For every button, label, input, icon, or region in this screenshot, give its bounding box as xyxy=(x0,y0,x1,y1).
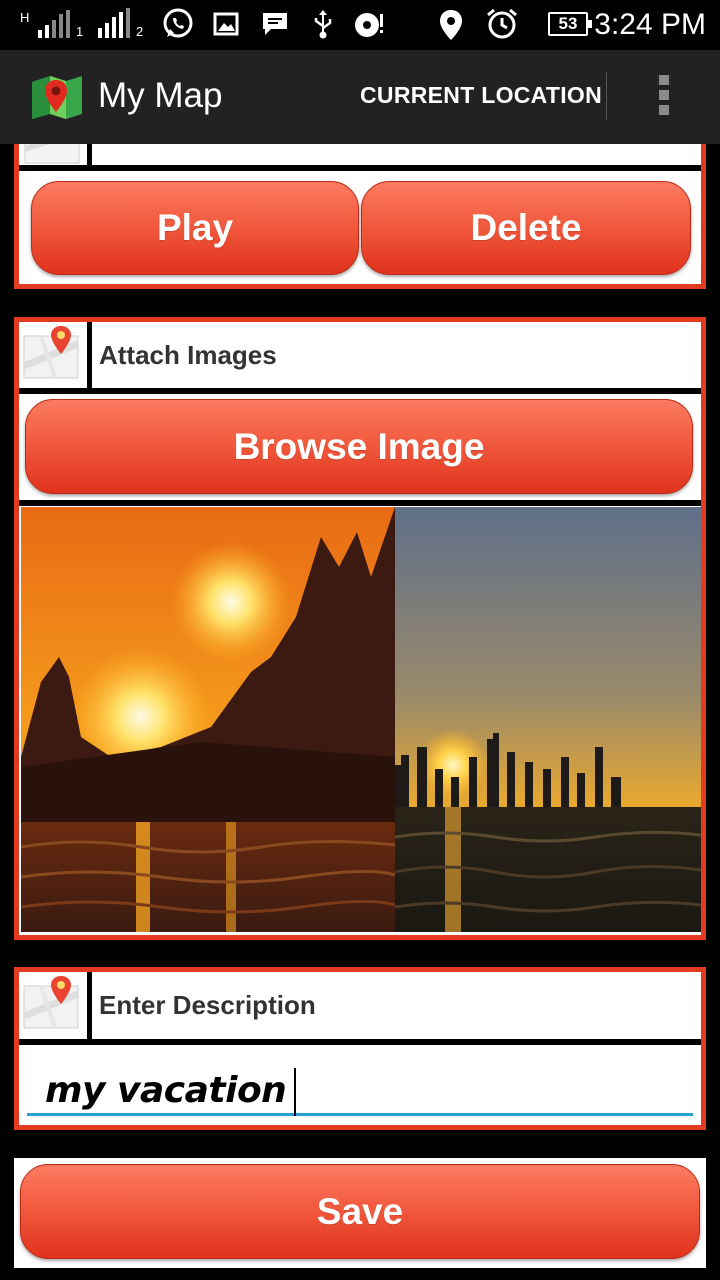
map-pin-icon xyxy=(21,324,83,382)
message-icon xyxy=(260,10,290,38)
usb-icon xyxy=(310,8,336,40)
map-pin-icon xyxy=(21,144,83,167)
audio-header-row xyxy=(19,144,701,171)
description-label: Enter Description xyxy=(99,990,316,1020)
signal-sim2-icon xyxy=(96,8,130,40)
audio-card: Play Delete xyxy=(14,144,706,289)
map-pin-icon xyxy=(21,974,83,1032)
delete-button[interactable]: Delete xyxy=(361,181,691,275)
action-bar-divider xyxy=(606,72,607,120)
play-button[interactable]: Play xyxy=(31,181,359,275)
whatsapp-icon xyxy=(160,6,196,42)
signal-sim1-icon: H xyxy=(18,8,74,40)
header-divider xyxy=(87,322,92,388)
app-logo-icon xyxy=(28,72,84,122)
app-title: My Map xyxy=(98,76,223,115)
header-divider xyxy=(87,972,92,1039)
action-bar: My Map CURRENT LOCATION xyxy=(0,50,720,144)
sunset-city-image[interactable] xyxy=(395,507,701,932)
description-card: Enter Description my vacation xyxy=(14,967,706,1130)
attach-images-header: Attach Images xyxy=(19,322,701,394)
text-caret xyxy=(294,1068,297,1116)
save-container: Save xyxy=(14,1158,706,1268)
gallery-icon xyxy=(212,10,240,38)
description-header: Enter Description xyxy=(19,972,701,1045)
alarm-icon xyxy=(484,6,520,42)
description-value[interactable]: my vacation xyxy=(45,1068,297,1116)
current-location-button[interactable]: CURRENT LOCATION xyxy=(360,82,602,109)
sim1-label: 1 xyxy=(76,24,84,39)
location-icon xyxy=(438,8,464,42)
media-icon xyxy=(352,10,386,40)
battery-icon: 53 xyxy=(548,12,592,36)
status-bar: H 1 2 53 3:24 PM xyxy=(0,0,720,50)
header-divider xyxy=(87,144,92,165)
sunset-mountains-image[interactable] xyxy=(21,507,395,932)
overflow-menu-icon[interactable] xyxy=(652,75,676,119)
attach-images-label: Attach Images xyxy=(99,340,277,370)
browse-image-button[interactable]: Browse Image xyxy=(25,399,693,494)
scroll-content[interactable]: Play Delete Attach Images Browse Image E… xyxy=(0,144,720,1280)
save-button[interactable]: Save xyxy=(20,1164,700,1259)
attach-images-card: Attach Images Browse Image xyxy=(14,317,706,940)
status-time: 3:24 PM xyxy=(594,8,706,41)
images-divider xyxy=(19,500,701,506)
description-input[interactable]: my vacation xyxy=(27,1056,693,1116)
sim2-label: 2 xyxy=(136,24,144,39)
svg-text:H: H xyxy=(20,10,29,25)
